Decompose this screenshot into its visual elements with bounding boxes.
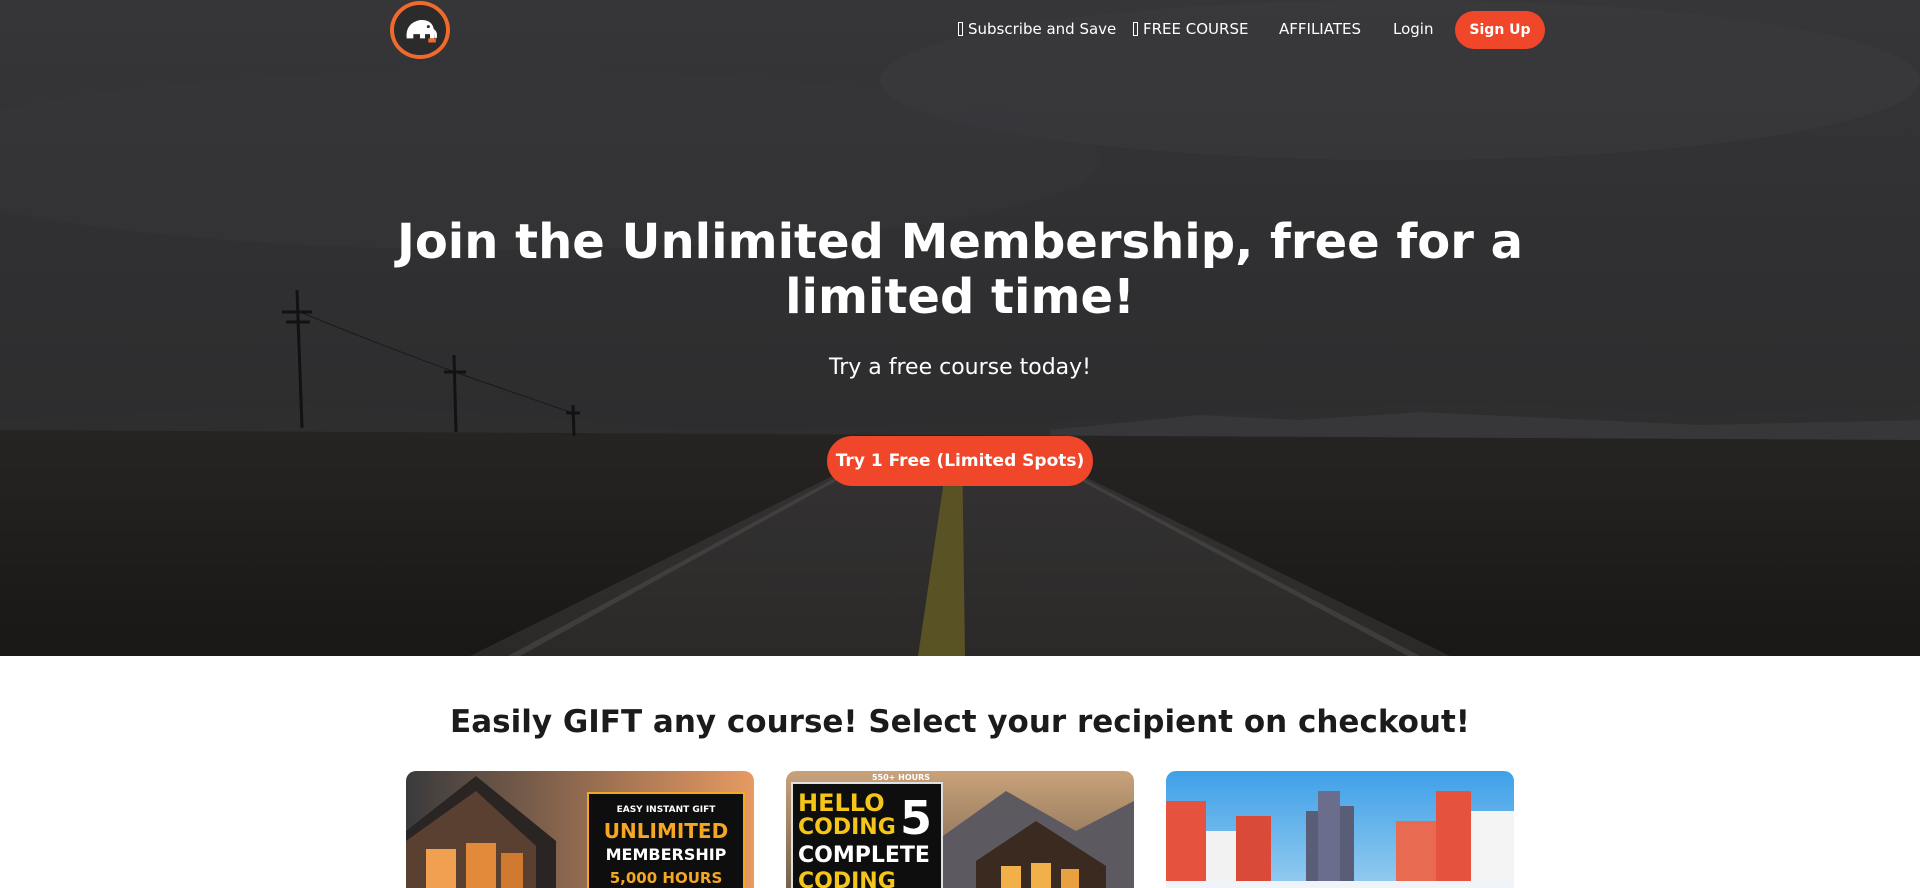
- card-title-line2: MEMBERSHIP: [605, 845, 727, 864]
- card-title-line2: CODING: [798, 815, 896, 840]
- box-glyph-icon: [958, 22, 963, 36]
- nav-free-course-link[interactable]: FREE COURSE: [1133, 19, 1248, 39]
- hero-title: Join the Unlimited Membership, free for …: [396, 214, 1524, 325]
- card-title-line3: COMPLETE: [798, 843, 930, 868]
- try-free-button[interactable]: Try 1 Free (Limited Spots): [827, 436, 1093, 486]
- card-title-line4: CODING: [798, 869, 896, 888]
- card-kicker: 550+ HOURS: [871, 773, 931, 782]
- site-logo[interactable]: [390, 1, 450, 59]
- nav-free-course-label: FREE COURSE: [1143, 20, 1249, 38]
- hero-subtitle: Try a free course today!: [828, 355, 1091, 380]
- card-kicker: EASY INSTANT GIFT: [616, 805, 716, 815]
- nav-login-link[interactable]: Login: [1393, 19, 1433, 39]
- hero-overlay: [0, 0, 1920, 656]
- card-title-line1: HELLO: [798, 789, 885, 817]
- box-glyph-icon: [1133, 22, 1138, 36]
- nav-affiliates-link[interactable]: AFFILIATES: [1279, 19, 1361, 39]
- card-image-game-scene: [1166, 771, 1514, 888]
- signup-button[interactable]: Sign Up: [1455, 11, 1545, 49]
- course-card-hello-coding[interactable]: 550+ HOURS HELLO CODING 5 COMPLETE CODIN…: [786, 771, 1134, 888]
- hero-section: Subscribe and Save FREE COURSE AFFILIATE…: [0, 0, 1920, 656]
- card-number: 5: [899, 791, 932, 845]
- card-title-line1: UNLIMITED: [603, 819, 729, 843]
- elephant-logo-icon: [395, 5, 445, 55]
- nav-subscribe-link[interactable]: Subscribe and Save: [958, 19, 1116, 39]
- nav-subscribe-label: Subscribe and Save: [968, 20, 1117, 38]
- course-card-game-world[interactable]: [1166, 771, 1514, 888]
- card-title-line3: 5,000 HOURS: [609, 869, 723, 887]
- course-card-unlimited-membership[interactable]: EASY INSTANT GIFT UNLIMITED MEMBERSHIP 5…: [406, 771, 754, 888]
- gift-heading: Easily GIFT any course! Select your reci…: [450, 704, 1470, 740]
